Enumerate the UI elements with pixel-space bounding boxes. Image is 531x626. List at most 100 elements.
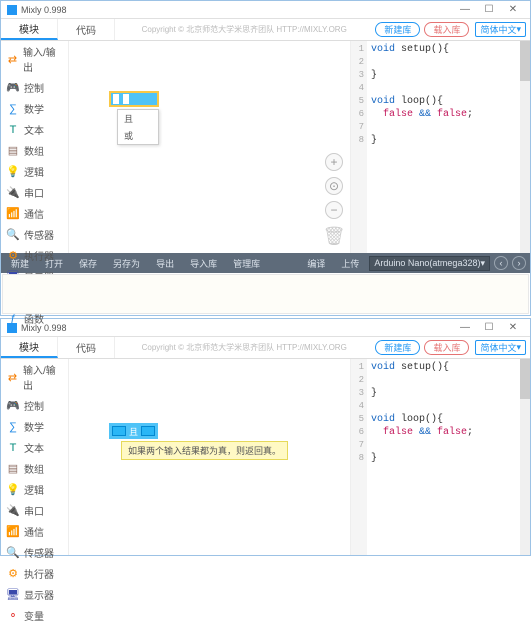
code-area[interactable]: void setup(){ } void loop(){ false && fa… (367, 41, 520, 253)
logic-block[interactable] (109, 91, 159, 107)
trash-icon[interactable]: 🗑 (324, 225, 344, 247)
sidebar-item-math[interactable]: ∑数学 (1, 98, 68, 119)
new-button[interactable]: 新建 (5, 255, 35, 272)
chevron-down-icon: ▾ (516, 342, 521, 353)
sidebar-item-sensor[interactable]: 🔍传感器 (1, 224, 68, 245)
menu-item-and[interactable]: 且 (118, 110, 158, 127)
code-panel: 1 2 3 4 5 6 7 8 void setup(){ } void loo… (350, 41, 530, 253)
load-library-button[interactable]: 载入库 (424, 22, 469, 37)
app-icon (7, 5, 17, 15)
scroll-thumb[interactable] (520, 41, 530, 81)
code-area[interactable]: void setup(){ } void loop(){ false && fa… (367, 359, 520, 555)
sidebar-item-io[interactable]: ⇄输入/输出 (1, 41, 68, 77)
code-token: && (413, 427, 437, 438)
export-button[interactable]: 导出 (150, 255, 180, 272)
display-icon: 🖥 (7, 589, 19, 601)
close-button[interactable]: ✕ (502, 3, 524, 17)
sidebar-item-serial[interactable]: 🔌串口 (1, 182, 68, 203)
sidebar-item-control[interactable]: 🎮控制 (1, 77, 68, 98)
vertical-scrollbar[interactable] (520, 41, 530, 253)
managelib-button[interactable]: 管理库 (227, 255, 266, 272)
sidebar-item-math[interactable]: ∑数学 (1, 416, 68, 437)
block-slot[interactable] (141, 426, 155, 436)
sidebar-item-comm[interactable]: 📶通信 (1, 203, 68, 224)
sidebar-item-sensor[interactable]: 🔍传感器 (1, 542, 68, 563)
sidebar-item-label: 逻辑 (24, 482, 44, 497)
load-library-button[interactable]: 载入库 (424, 340, 469, 355)
tab-blocks[interactable]: 模块 (1, 337, 58, 358)
sidebar-item-array[interactable]: ▤数组 (1, 458, 68, 479)
sidebar-item-actuator[interactable]: ⚙ 执行器 (1, 563, 68, 584)
sidebar-item-serial[interactable]: 🔌串口 (1, 500, 68, 521)
line-number: 7 (351, 439, 364, 452)
line-number: 5 (351, 413, 364, 426)
prev-button[interactable]: ‹ (494, 256, 508, 270)
sidebar-item-logic[interactable]: 💡逻辑 (1, 161, 68, 182)
zoom-reset-button[interactable]: ⊙ (325, 177, 343, 195)
open-button[interactable]: 打开 (39, 255, 69, 272)
sidebar-item-label: 串口 (24, 185, 44, 200)
sidebar-item-label: 执行器 (24, 566, 54, 581)
block-op-label: 且 (127, 425, 140, 438)
language-select[interactable]: 简体中文 ▾ (475, 340, 526, 355)
maximize-button[interactable]: ☐ (478, 321, 500, 335)
sidebar-item-display[interactable]: 🖥显示器 (1, 584, 68, 605)
line-number: 8 (351, 452, 364, 465)
minimize-button[interactable]: — (454, 321, 476, 335)
code-token: false (371, 109, 413, 120)
sidebar-item-label: 传感器 (24, 545, 54, 560)
workspace[interactable]: 且 或 + ⊙ − 🗑 (69, 41, 350, 253)
maximize-button[interactable]: ☐ (478, 3, 500, 17)
upload-button[interactable]: 上传 (335, 255, 365, 272)
serial-icon: 🔌 (7, 505, 19, 517)
line-number: 1 (351, 43, 364, 56)
code-token: loop (395, 96, 425, 107)
sidebar-item-logic[interactable]: 💡逻辑 (1, 479, 68, 500)
sidebar-item-control[interactable]: 🎮控制 (1, 395, 68, 416)
sidebar-item-text[interactable]: T文本 (1, 119, 68, 140)
titlebar: Mixly 0.998 — ☐ ✕ (1, 1, 530, 19)
sidebar-item-array[interactable]: ▤数组 (1, 140, 68, 161)
importlib-button[interactable]: 导入库 (184, 255, 223, 272)
board-select[interactable]: Arduino Nano(atmega328) ▾ (369, 256, 490, 271)
save-button[interactable]: 保存 (73, 255, 103, 272)
menu-item-or[interactable]: 或 (118, 127, 158, 144)
actuator-icon: ⚙ (7, 568, 19, 580)
scroll-thumb[interactable] (520, 359, 530, 399)
tab-code[interactable]: 代码 (58, 19, 115, 40)
tab-code[interactable]: 代码 (58, 337, 115, 358)
app-title: Mixly 0.998 (21, 5, 454, 15)
minimize-button[interactable]: — (454, 3, 476, 17)
new-library-button[interactable]: 新建库 (375, 22, 420, 37)
sidebar: ⇄输入/输出 🎮控制 ∑数学 T文本 ▤数组 💡逻辑 🔌串口 📶通信 🔍传感器 … (1, 359, 69, 555)
block-slot[interactable] (113, 94, 119, 104)
workspace-tools: + ⊙ − 🗑 (324, 153, 344, 247)
console-area[interactable] (2, 274, 529, 314)
tab-blocks[interactable]: 模块 (1, 19, 58, 40)
workspace[interactable]: 且 如果两个输入结果都为真，则返回真。 (69, 359, 350, 555)
array-icon: ▤ (7, 145, 19, 157)
vertical-scrollbar[interactable] (520, 359, 530, 555)
comm-icon: 📶 (7, 526, 19, 538)
sidebar-item-text[interactable]: T文本 (1, 437, 68, 458)
language-select[interactable]: 简体中文 ▾ (475, 22, 526, 37)
close-button[interactable]: ✕ (502, 321, 524, 335)
io-icon: ⇄ (7, 371, 18, 383)
sidebar-item-label: 输入/输出 (23, 44, 62, 74)
sidebar-item-variable[interactable]: ⚬变量 (1, 605, 68, 626)
zoom-in-button[interactable]: + (325, 153, 343, 171)
app-window-2: Mixly 0.998 — ☐ ✕ 模块 代码 Copyright © 北京师范… (0, 318, 531, 556)
sidebar-item-comm[interactable]: 📶通信 (1, 521, 68, 542)
compile-button[interactable]: 编译 (301, 255, 331, 272)
next-button[interactable]: › (512, 256, 526, 270)
saveas-button[interactable]: 另存为 (107, 255, 146, 272)
zoom-out-button[interactable]: − (325, 201, 343, 219)
sidebar-item-io[interactable]: ⇄输入/输出 (1, 359, 68, 395)
logic-block[interactable]: 且 (109, 423, 158, 439)
new-library-button[interactable]: 新建库 (375, 340, 420, 355)
block-slot[interactable] (123, 94, 129, 104)
block-slot[interactable] (112, 426, 126, 436)
code-token: loop (395, 414, 425, 425)
sidebar: ⇄输入/输出 🎮控制 ∑数学 T文本 ▤数组 💡逻辑 🔌串口 📶通信 🔍传感器 … (1, 41, 69, 253)
line-number: 6 (351, 426, 364, 439)
